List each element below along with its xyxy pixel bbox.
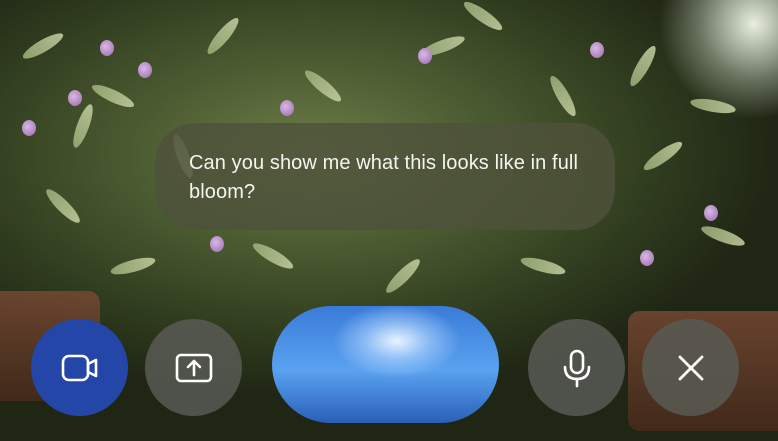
close-button[interactable] <box>642 319 739 416</box>
leaf <box>42 185 84 227</box>
camera-toggle-button[interactable] <box>31 319 128 416</box>
leaf <box>89 80 137 112</box>
query-text: Can you show me what this looks like in … <box>189 152 579 203</box>
query-bubble: Can you show me what this looks like in … <box>155 123 615 230</box>
flower-bud <box>704 205 718 221</box>
flower-bud <box>640 250 654 266</box>
live-indicator-orb[interactable] <box>272 306 499 423</box>
flower-bud <box>280 100 294 116</box>
leaf <box>699 222 747 250</box>
flower-bud <box>68 90 82 106</box>
flower-bud <box>210 236 224 252</box>
flower-bud <box>590 42 604 58</box>
leaf <box>203 14 243 58</box>
microphone-button[interactable] <box>528 319 625 416</box>
screen-share-icon <box>174 352 214 384</box>
leaf <box>382 255 424 297</box>
leaf <box>20 29 66 63</box>
flower-bud <box>138 62 152 78</box>
video-camera-icon <box>60 352 100 384</box>
leaf <box>519 254 567 278</box>
leaf <box>301 66 345 106</box>
leaf <box>546 73 580 119</box>
leaf <box>640 137 686 175</box>
live-camera-screen: Can you show me what this looks like in … <box>0 0 778 441</box>
close-icon <box>676 353 706 383</box>
leaf <box>460 0 506 35</box>
leaf <box>250 239 296 273</box>
leaf <box>69 102 97 150</box>
leaf <box>626 43 660 89</box>
flower-bud <box>100 40 114 56</box>
microphone-icon <box>562 348 592 388</box>
screen-share-button[interactable] <box>145 319 242 416</box>
flower-bud <box>418 48 432 64</box>
flower-bud <box>22 120 36 136</box>
leaf <box>109 254 157 278</box>
